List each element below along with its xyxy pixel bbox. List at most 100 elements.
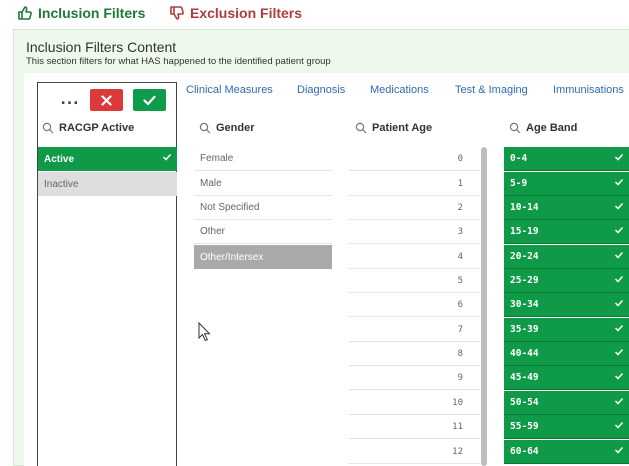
age-band-item[interactable]: 15-19: [504, 220, 629, 244]
age-band-item[interactable]: 35-39: [504, 318, 629, 342]
thumbs-down-icon: [170, 6, 184, 20]
age-band-item[interactable]: 25-29: [504, 269, 629, 293]
tab-medications[interactable]: Medications: [370, 84, 429, 96]
check-icon: [614, 324, 624, 332]
list-item-label: 0: [457, 153, 463, 164]
exclusion-filters-tab[interactable]: Exclusion Filters: [169, 4, 302, 22]
racgp-active-header[interactable]: RACGP Active: [42, 121, 134, 135]
patient-age-item[interactable]: 12: [349, 440, 480, 464]
check-icon: [614, 348, 624, 356]
search-icon: [355, 122, 367, 134]
list-item-label: 15-19: [510, 226, 539, 237]
check-icon: [614, 251, 624, 259]
list-item-label: 50-54: [510, 397, 539, 408]
search-icon: [199, 122, 211, 134]
filter-type-tabs: Inclusion Filters Exclusion Filters: [0, 0, 629, 27]
list-item-label: 55-59: [510, 421, 539, 432]
racgp-active-title: RACGP Active: [59, 122, 135, 134]
selection-toolbar: ...: [38, 83, 176, 115]
patient-age-scrollbar[interactable]: [481, 147, 487, 466]
gender-header[interactable]: Gender: [199, 121, 255, 135]
check-icon: [614, 178, 624, 186]
age-band-header[interactable]: Age Band: [509, 121, 577, 135]
mouse-cursor-icon: [198, 322, 211, 342]
gender-item-other-intersex[interactable]: Other/Intersex: [194, 245, 332, 269]
list-item-label: Active: [44, 153, 75, 165]
gender-title: Gender: [216, 122, 255, 134]
age-band-item[interactable]: 30-34: [504, 293, 629, 317]
close-icon: [101, 94, 112, 106]
content-title: Inclusion Filters Content: [26, 39, 177, 55]
patient-age-item[interactable]: 10: [349, 391, 480, 415]
patient-age-item[interactable]: 1: [349, 172, 480, 196]
list-item-label: 30-34: [510, 299, 539, 310]
patient-age-item[interactable]: 3: [349, 220, 480, 244]
age-band-item[interactable]: 10-14: [504, 196, 629, 220]
list-item-label: 2: [457, 202, 463, 213]
patient-age-item[interactable]: 5: [349, 269, 480, 293]
tab-clinical-measures[interactable]: Clinical Measures: [186, 84, 273, 96]
patient-age-item[interactable]: 11: [349, 415, 480, 439]
patient-age-title: Patient Age: [372, 122, 433, 134]
age-band-item[interactable]: 50-54: [504, 391, 629, 415]
patient-age-item[interactable]: 7: [349, 318, 480, 342]
list-item-label: 60-64: [510, 446, 539, 457]
list-item-label: Not Specified: [200, 202, 260, 213]
search-icon: [42, 122, 54, 134]
list-item-label: Female: [200, 153, 234, 164]
check-icon: [143, 95, 156, 105]
racgp-item-active[interactable]: Active: [38, 147, 177, 171]
list-item-label: 8: [457, 348, 463, 359]
list-item-label: 7: [457, 324, 463, 335]
list-item-label: 20-24: [510, 251, 539, 262]
list-item-label: 5: [457, 275, 463, 286]
thumbs-up-icon: [18, 6, 32, 20]
content-subtitle: This section filters for what HAS happen…: [26, 56, 331, 67]
check-icon: [614, 372, 624, 380]
patient-age-item[interactable]: 9: [349, 366, 480, 390]
tab-diagnosis[interactable]: Diagnosis: [297, 84, 345, 96]
more-options-button[interactable]: ...: [55, 89, 85, 111]
list-item-label: 40-44: [510, 348, 539, 359]
tab-immunisations[interactable]: Immunisations: [553, 84, 624, 96]
list-item-label: Other: [200, 226, 226, 237]
patient-age-item[interactable]: 8: [349, 342, 480, 366]
list-item-label: 10-14: [510, 202, 539, 213]
confirm-selection-button[interactable]: [133, 89, 166, 111]
list-item-label: 9: [457, 372, 463, 383]
age-band-item[interactable]: 45-49: [504, 366, 629, 390]
racgp-active-listbox: ...: [37, 82, 177, 466]
search-icon: [509, 122, 521, 134]
racgp-item-inactive[interactable]: Inactive: [38, 172, 177, 196]
list-item-label: 6: [457, 299, 463, 310]
list-item-label: 5-9: [510, 178, 528, 189]
gender-item-other[interactable]: Other: [194, 220, 332, 244]
list-item-label: 11: [452, 421, 463, 432]
tab-test-imaging[interactable]: Test & Imaging: [455, 84, 528, 96]
check-icon: [614, 299, 624, 307]
list-item-label: 25-29: [510, 275, 539, 286]
exclusion-filters-label: Exclusion Filters: [190, 5, 303, 21]
list-item-label: 12: [452, 446, 463, 457]
patient-age-item[interactable]: 4: [349, 245, 480, 269]
inclusion-filters-tab[interactable]: Inclusion Filters: [17, 4, 145, 22]
patient-age-item[interactable]: 6: [349, 293, 480, 317]
age-band-title: Age Band: [526, 122, 578, 134]
cancel-selection-button[interactable]: [90, 89, 123, 111]
gender-item-not-specified[interactable]: Not Specified: [194, 196, 332, 220]
patient-age-header[interactable]: Patient Age: [355, 121, 432, 135]
age-band-item[interactable]: 60-64: [504, 440, 629, 464]
list-item-label: 0-4: [510, 153, 528, 164]
gender-item-female[interactable]: Female: [194, 147, 332, 171]
gender-item-male[interactable]: Male: [194, 172, 332, 196]
list-item-label: Other/Intersex: [200, 251, 264, 263]
age-band-item[interactable]: 5-9: [504, 172, 629, 196]
age-band-item[interactable]: 40-44: [504, 342, 629, 366]
age-band-item[interactable]: 20-24: [504, 245, 629, 269]
list-item-label: 10: [452, 397, 463, 408]
patient-age-item[interactable]: 0: [349, 147, 480, 171]
check-icon: [614, 275, 624, 283]
patient-age-item[interactable]: 2: [349, 196, 480, 220]
age-band-item[interactable]: 55-59: [504, 415, 629, 439]
age-band-item[interactable]: 0-4: [504, 147, 629, 171]
